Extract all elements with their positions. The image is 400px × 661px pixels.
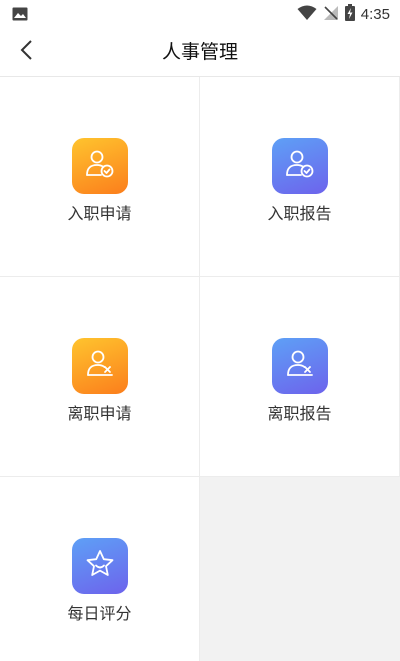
menu-item-resignation-report[interactable]: 离职报告 (200, 277, 400, 477)
no-signal-icon (323, 5, 339, 25)
menu-item-daily-score[interactable]: 每日评分 (0, 477, 200, 661)
status-icons: 4:35 (297, 4, 390, 25)
menu-grid: 入职申请 入职报告 离职申请 离职报告 每日评分 (0, 77, 400, 661)
user-remove-icon (83, 347, 117, 385)
icon-tile (71, 537, 128, 594)
user-check-icon (283, 147, 317, 185)
user-remove-icon (283, 347, 317, 385)
menu-item-label: 离职申请 (67, 403, 132, 423)
menu-item-label: 离职报告 (267, 403, 332, 423)
user-check-icon (83, 147, 117, 185)
title-bar: 人事管理 (0, 28, 400, 77)
page-title: 人事管理 (161, 41, 238, 63)
icon-tile (271, 137, 328, 194)
menu-item-label: 入职申请 (67, 203, 132, 223)
status-bar: 4:35 (0, 0, 400, 28)
icon-tile (71, 137, 128, 194)
gallery-icon (12, 6, 28, 25)
wifi-icon (297, 5, 317, 25)
menu-item-label: 每日评分 (67, 603, 132, 623)
icon-tile (271, 337, 328, 394)
status-time: 4:35 (360, 5, 390, 23)
battery-charging-icon (344, 4, 355, 25)
empty-grid-cell (200, 477, 400, 661)
menu-item-onboarding-application[interactable]: 入职申请 (0, 77, 200, 277)
star-icon (83, 547, 117, 585)
menu-item-resignation-application[interactable]: 离职申请 (0, 277, 200, 477)
screen: 4:35 人事管理 入职申请 入职报告 离职申请 离职报告 每日评分 (0, 0, 400, 661)
menu-item-label: 入职报告 (267, 203, 332, 223)
icon-tile (71, 337, 128, 394)
menu-item-onboarding-report[interactable]: 入职报告 (200, 77, 400, 277)
